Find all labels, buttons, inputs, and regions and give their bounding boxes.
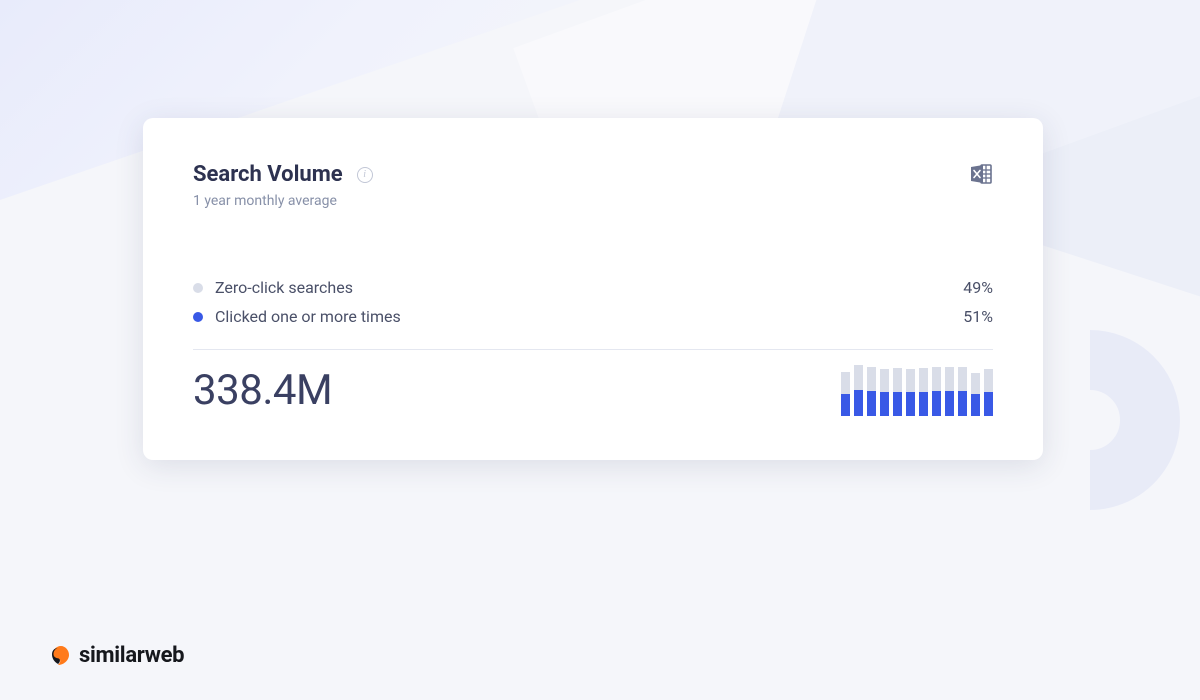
title-block: Search Volume i 1 year monthly average [193,162,373,209]
card-subtitle: 1 year monthly average [193,193,373,209]
search-volume-card: Search Volume i 1 year monthly average Z… [143,118,1043,460]
logo-mark-icon [50,645,72,667]
spark-bar [841,364,850,416]
stats-row: 338.4M [193,364,993,416]
legend-row-zero-click: Zero-click searches 49% [193,273,993,302]
total-volume-number: 338.4M [193,366,332,415]
card-title: Search Volume [193,162,343,187]
spark-bar [984,364,993,416]
legend-value: 49% [963,278,993,297]
legend-dot-icon [193,283,203,293]
card-header: Search Volume i 1 year monthly average [193,162,993,209]
spark-bar [971,364,980,416]
info-icon[interactable]: i [357,167,373,183]
spark-bar [867,364,876,416]
spark-bar [932,364,941,416]
legend-value: 51% [963,307,993,326]
divider [193,349,993,350]
spark-bar [906,364,915,416]
legend-dot-icon [193,312,203,322]
spark-bar [958,364,967,416]
spark-bar [854,364,863,416]
spark-bar [919,364,928,416]
export-excel-icon[interactable] [969,162,993,190]
legend-row-clicked: Clicked one or more times 51% [193,302,993,331]
spark-bar [893,364,902,416]
sparkline-chart [841,364,993,416]
legend-label: Zero-click searches [215,278,353,297]
spark-bar [945,364,954,416]
legend-label: Clicked one or more times [215,307,401,326]
similarweb-logo: similarweb [50,643,184,668]
legend: Zero-click searches 49% Clicked one or m… [193,273,993,331]
spark-bar [880,364,889,416]
logo-text: similarweb [79,643,184,668]
